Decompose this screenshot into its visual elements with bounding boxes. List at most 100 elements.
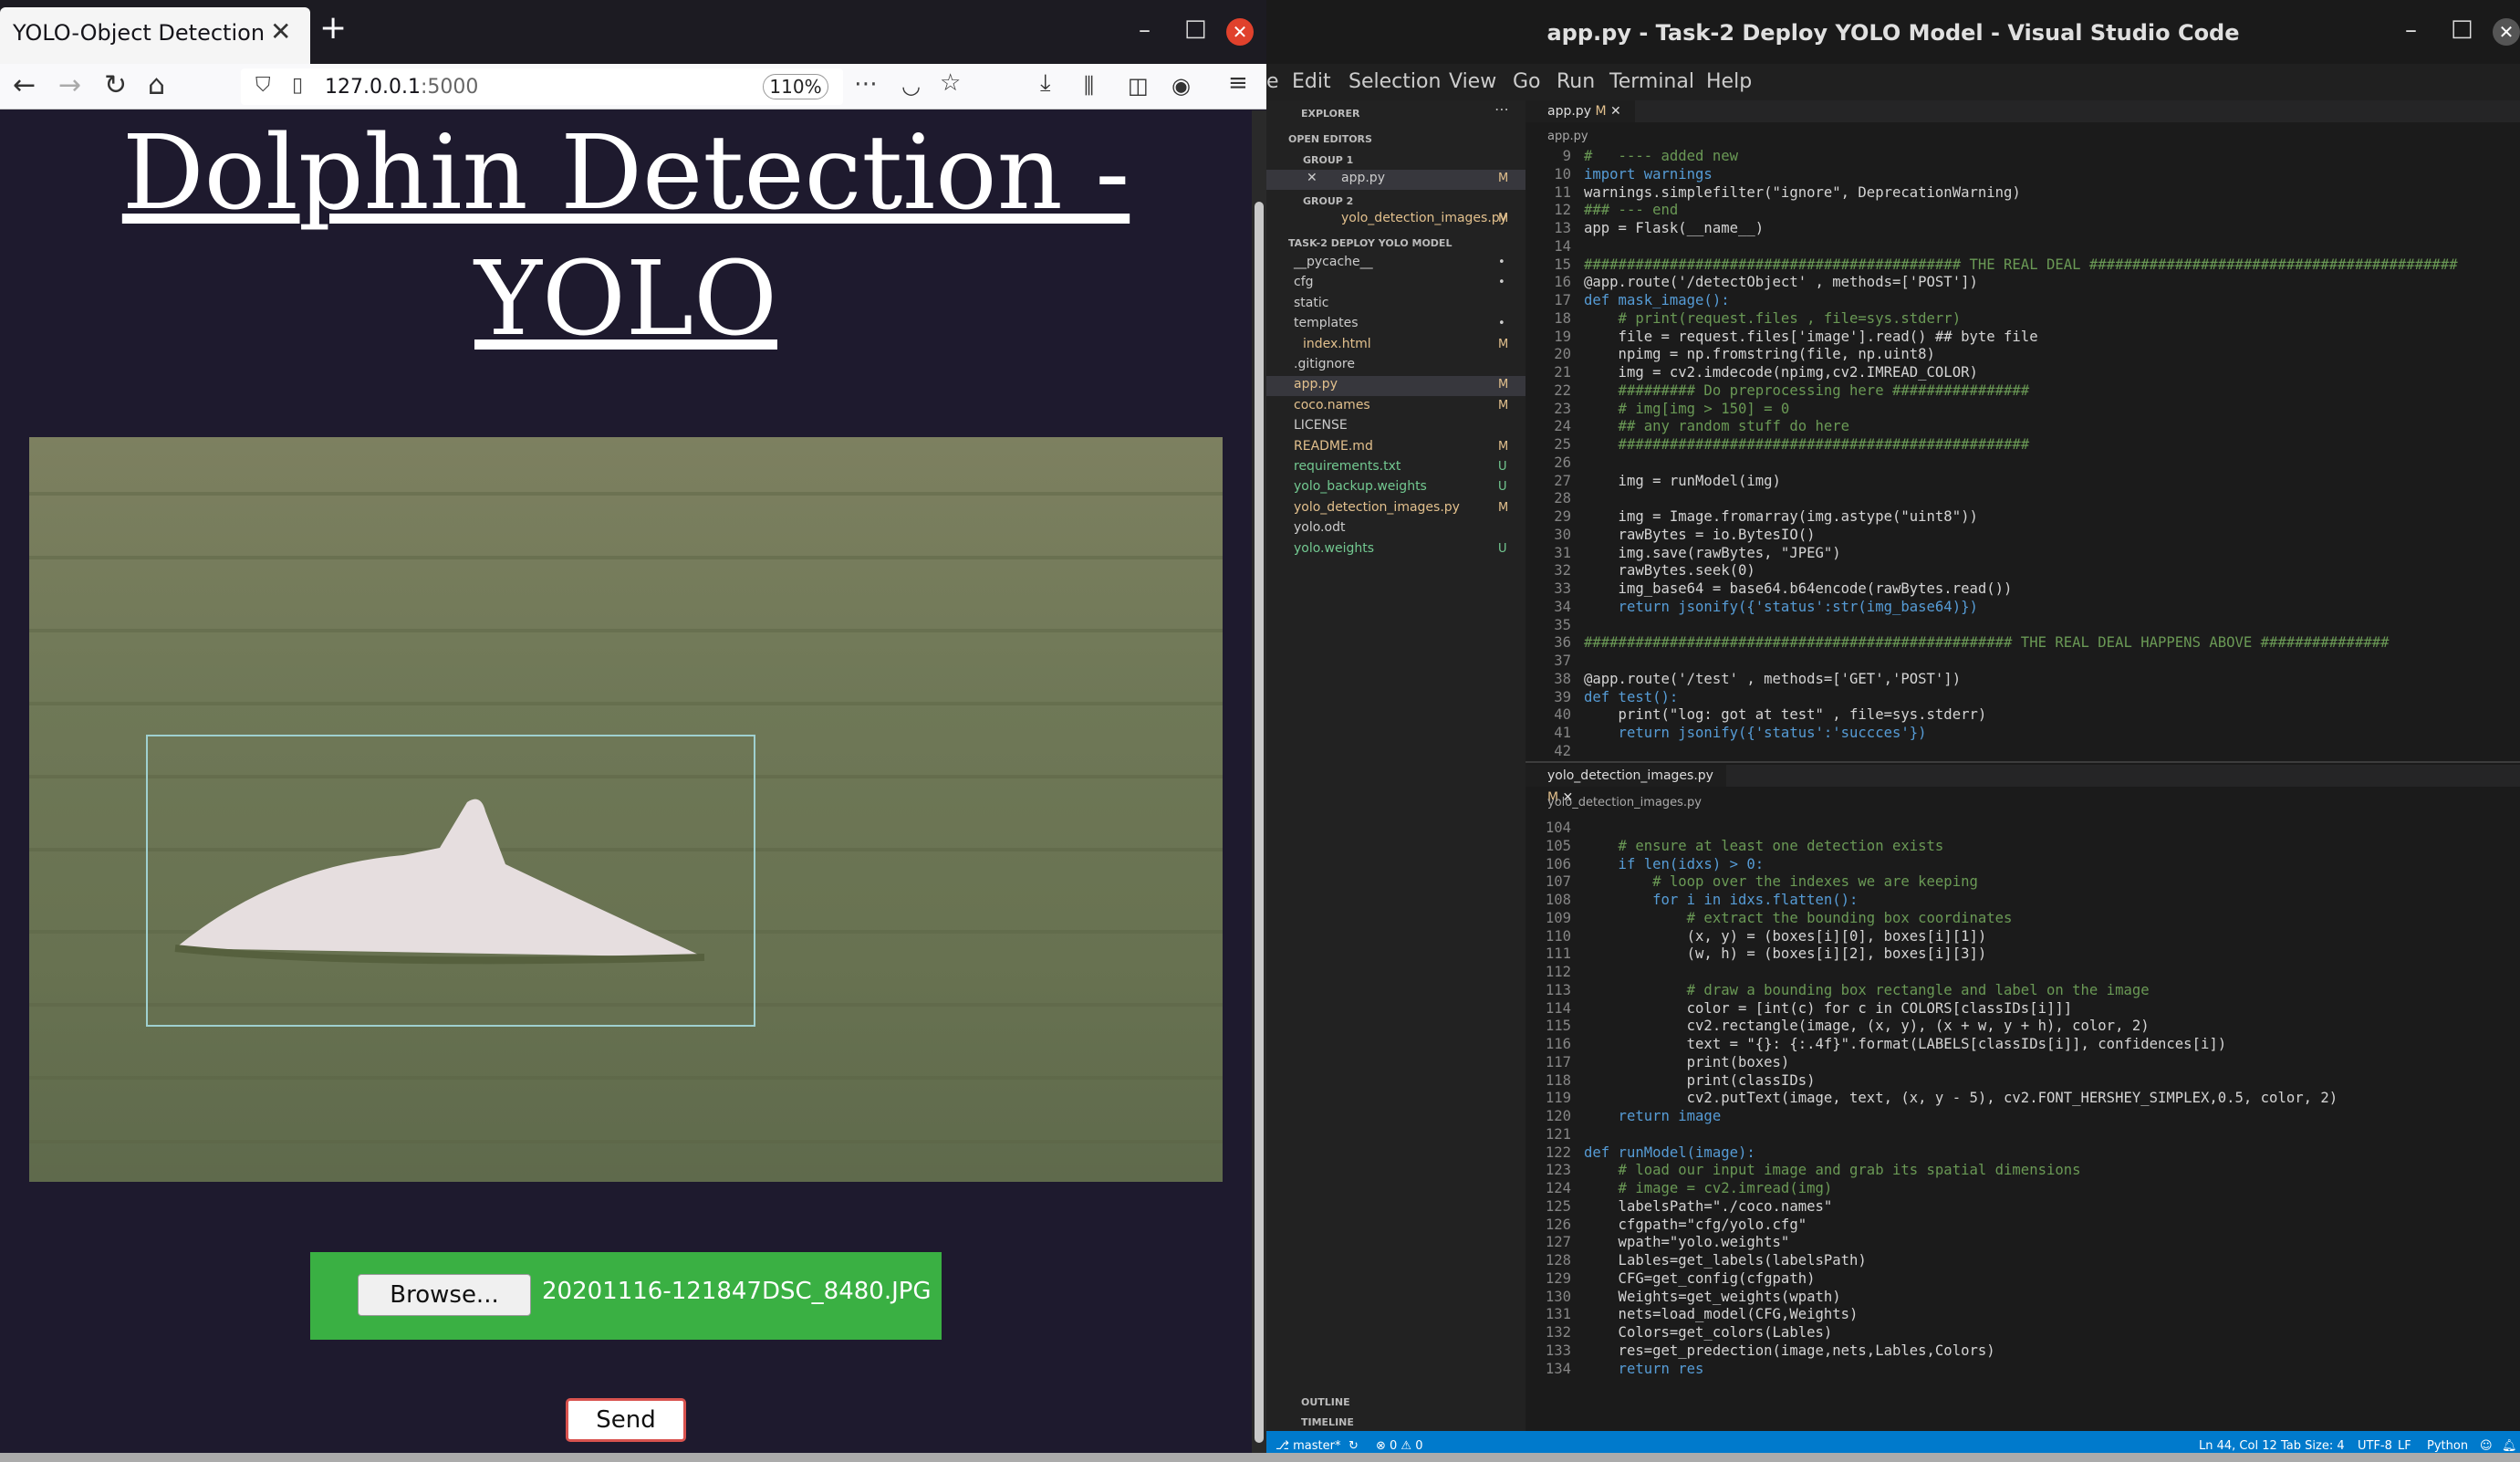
code-line[interactable]: 128 Lables=get_labels(labelsPath): [1526, 1252, 2511, 1270]
menu-terminal[interactable]: Terminal: [1609, 64, 1694, 100]
code-line[interactable]: 18 # print(request.files , file=sys.stde…: [1526, 310, 2511, 329]
code-line[interactable]: 35: [1526, 617, 2511, 635]
maximize-icon[interactable]: □: [1184, 15, 1207, 42]
code-line[interactable]: 122 def runModel(image):: [1526, 1144, 2511, 1163]
code-line[interactable]: 127 wpath="yolo.weights": [1526, 1234, 2511, 1252]
code-line[interactable]: 130 Weights=get_weights(wpath): [1526, 1289, 2511, 1307]
code-line[interactable]: 14: [1526, 238, 2511, 256]
code-line[interactable]: 129 CFG=get_config(cfgpath): [1526, 1270, 2511, 1289]
code-line[interactable]: 118 print(classIDs): [1526, 1072, 2511, 1091]
file-tree-item[interactable]: index.html M: [1266, 336, 1526, 356]
editor-split-divider[interactable]: [1526, 761, 2520, 763]
code-line[interactable]: 113 # draw a bounding box rectangle and …: [1526, 982, 2511, 1000]
menu-go[interactable]: Go: [1513, 64, 1541, 100]
code-line[interactable]: 132 Colors=get_colors(Lables): [1526, 1324, 2511, 1342]
shield-icon[interactable]: ⛉: [255, 74, 271, 97]
code-line[interactable]: 106 if len(idxs) > 0:: [1526, 856, 2511, 874]
code-line[interactable]: 123 # load our input image and grab its …: [1526, 1162, 2511, 1180]
browse-button[interactable]: Browse...: [358, 1274, 531, 1316]
maximize-icon[interactable]: □: [2451, 15, 2473, 42]
code-line[interactable]: 105 # ensure at least one detection exis…: [1526, 838, 2511, 856]
code-line[interactable]: 107 # loop over the indexes we are keepi…: [1526, 873, 2511, 892]
url-bar[interactable]: ⛉ ▯ 127.0.0.1:5000 110% ⋯: [241, 68, 878, 105]
code-line[interactable]: 25 #####################################…: [1526, 436, 2511, 454]
close-window-icon[interactable]: ✕: [1226, 18, 1254, 46]
breadcrumb[interactable]: app.py: [1547, 130, 1588, 143]
code-line[interactable]: 38 @app.route('/test' , methods=['GET','P…: [1526, 671, 2511, 689]
file-tree-item[interactable]: static: [1266, 295, 1526, 315]
code-line[interactable]: 27 img = runModel(img): [1526, 473, 2511, 491]
file-tree-item[interactable]: yolo_detection_images.py M: [1266, 499, 1526, 519]
file-tree-item[interactable]: LICENSE: [1266, 417, 1526, 437]
code-line[interactable]: 112: [1526, 964, 2511, 982]
code-line[interactable]: 126 cfgpath="cfg/yolo.cfg": [1526, 1217, 2511, 1235]
code-line[interactable]: 104: [1526, 820, 2511, 838]
forward-icon[interactable]: →: [58, 69, 81, 101]
tab-app-py[interactable]: app.py M ✕: [1526, 100, 1635, 122]
url-text[interactable]: 127.0.0.1:5000: [325, 76, 478, 99]
more-actions-icon[interactable]: ⋯: [854, 70, 878, 98]
code-line[interactable]: 13 app = Flask(__name__): [1526, 220, 2511, 238]
code-line[interactable]: 34 return jsonify({'status':str(img_base…: [1526, 599, 2511, 617]
code-line[interactable]: 15 ######################################…: [1526, 256, 2511, 275]
scrollbar-thumb[interactable]: [1255, 202, 1264, 1443]
code-line[interactable]: 131 nets=load_model(CFG,Weights): [1526, 1306, 2511, 1324]
breadcrumb[interactable]: yolo_detection_images.py: [1547, 796, 1702, 809]
code-line[interactable]: 40 print("log: got at test" , file=sys.s…: [1526, 706, 2511, 725]
code-line[interactable]: 12 ### --- end: [1526, 202, 2511, 220]
menu-run[interactable]: Run: [1557, 64, 1595, 100]
file-tree-item[interactable]: __pycache__ •: [1266, 254, 1526, 274]
file-tree-item[interactable]: README.md M: [1266, 438, 1526, 458]
new-tab-icon[interactable]: +: [319, 9, 347, 47]
open-editor-yolo-detection[interactable]: yolo_detection_images.py M: [1266, 210, 1526, 230]
code-line[interactable]: 33 img_base64 = base64.b64encode(rawByte…: [1526, 580, 2511, 599]
code-line[interactable]: 31 img.save(rawBytes, "JPEG"): [1526, 545, 2511, 563]
code-line[interactable]: 121: [1526, 1126, 2511, 1144]
code-line[interactable]: 111 (w, h) = (boxes[i][2], boxes[i][3]): [1526, 945, 2511, 964]
code-line[interactable]: 119 cv2.putText(image, text, (x, y - 5),…: [1526, 1090, 2511, 1108]
menu-help[interactable]: Help: [1706, 64, 1752, 100]
code-line[interactable]: 19 file = request.files['image'].read() …: [1526, 329, 2511, 347]
code-line[interactable]: 42: [1526, 743, 2511, 761]
file-tree-item[interactable]: app.py M: [1266, 376, 1526, 397]
code-line[interactable]: 41 return jsonify({'status':'succces'}): [1526, 725, 2511, 743]
browser-tab[interactable]: YOLO-Object Detection ✕: [0, 7, 310, 64]
code-line[interactable]: 28: [1526, 490, 2511, 508]
more-icon[interactable]: ⋯: [1494, 100, 1509, 118]
code-line[interactable]: 24 ## any random stuff do here: [1526, 418, 2511, 436]
menu-view[interactable]: View: [1449, 64, 1496, 100]
file-tree-item[interactable]: requirements.txt U: [1266, 458, 1526, 478]
sidebar-icon[interactable]: ◫: [1128, 73, 1149, 99]
code-line[interactable]: 133 res=get_predection(image,nets,Lables…: [1526, 1342, 2511, 1361]
code-line[interactable]: 9 # ---- added new: [1526, 148, 2511, 166]
outline-section[interactable]: OUTLINE: [1301, 1396, 1350, 1408]
code-line[interactable]: 20 npimg = np.fromstring(file, np.uint8): [1526, 346, 2511, 364]
menu-selection[interactable]: Selection: [1349, 64, 1441, 100]
file-tree-item[interactable]: yolo.odt: [1266, 519, 1526, 539]
code-line[interactable]: 36 ######################################…: [1526, 634, 2511, 653]
code-line[interactable]: 26: [1526, 454, 2511, 473]
code-line[interactable]: 11 warnings.simplefilter("ignore", Deprec…: [1526, 184, 2511, 203]
menu-file[interactable]: e: [1266, 64, 1279, 100]
code-line[interactable]: 32 rawBytes.seek(0): [1526, 562, 2511, 580]
code-editor-bottom[interactable]: 104 105 # ensure at least one detection e…: [1526, 820, 2511, 1378]
code-line[interactable]: 120 return image: [1526, 1108, 2511, 1126]
tab-yolo-detection[interactable]: yolo_detection_images.py M ✕: [1526, 765, 1726, 805]
code-line[interactable]: 21 img = cv2.imdecode(npimg,cv2.IMREAD_C…: [1526, 364, 2511, 382]
open-editors-section[interactable]: OPEN EDITORS: [1288, 133, 1372, 145]
tab-close-icon[interactable]: ✕: [270, 16, 291, 47]
code-line[interactable]: 10 import warnings: [1526, 166, 2511, 184]
code-line[interactable]: 125 labelsPath="./coco.names": [1526, 1198, 2511, 1217]
library-icon[interactable]: ⫼: [1084, 73, 1094, 99]
code-line[interactable]: 29 img = Image.fromarray(img.astype("uin…: [1526, 508, 2511, 527]
download-icon[interactable]: ⤓: [1040, 69, 1051, 98]
code-line[interactable]: 110 (x, y) = (boxes[i][0], boxes[i][1]): [1526, 928, 2511, 946]
code-line[interactable]: 134 return res: [1526, 1361, 2511, 1379]
code-line[interactable]: 117 print(boxes): [1526, 1054, 2511, 1072]
menu-icon[interactable]: ≡: [1228, 69, 1248, 97]
back-icon[interactable]: ←: [13, 69, 36, 101]
code-line[interactable]: 109 # extract the bounding box coordinat…: [1526, 910, 2511, 928]
code-line[interactable]: 23 # img[img > 150] = 0: [1526, 401, 2511, 419]
file-tree-item[interactable]: coco.names M: [1266, 397, 1526, 417]
code-line[interactable]: 30 rawBytes = io.BytesIO(): [1526, 527, 2511, 545]
